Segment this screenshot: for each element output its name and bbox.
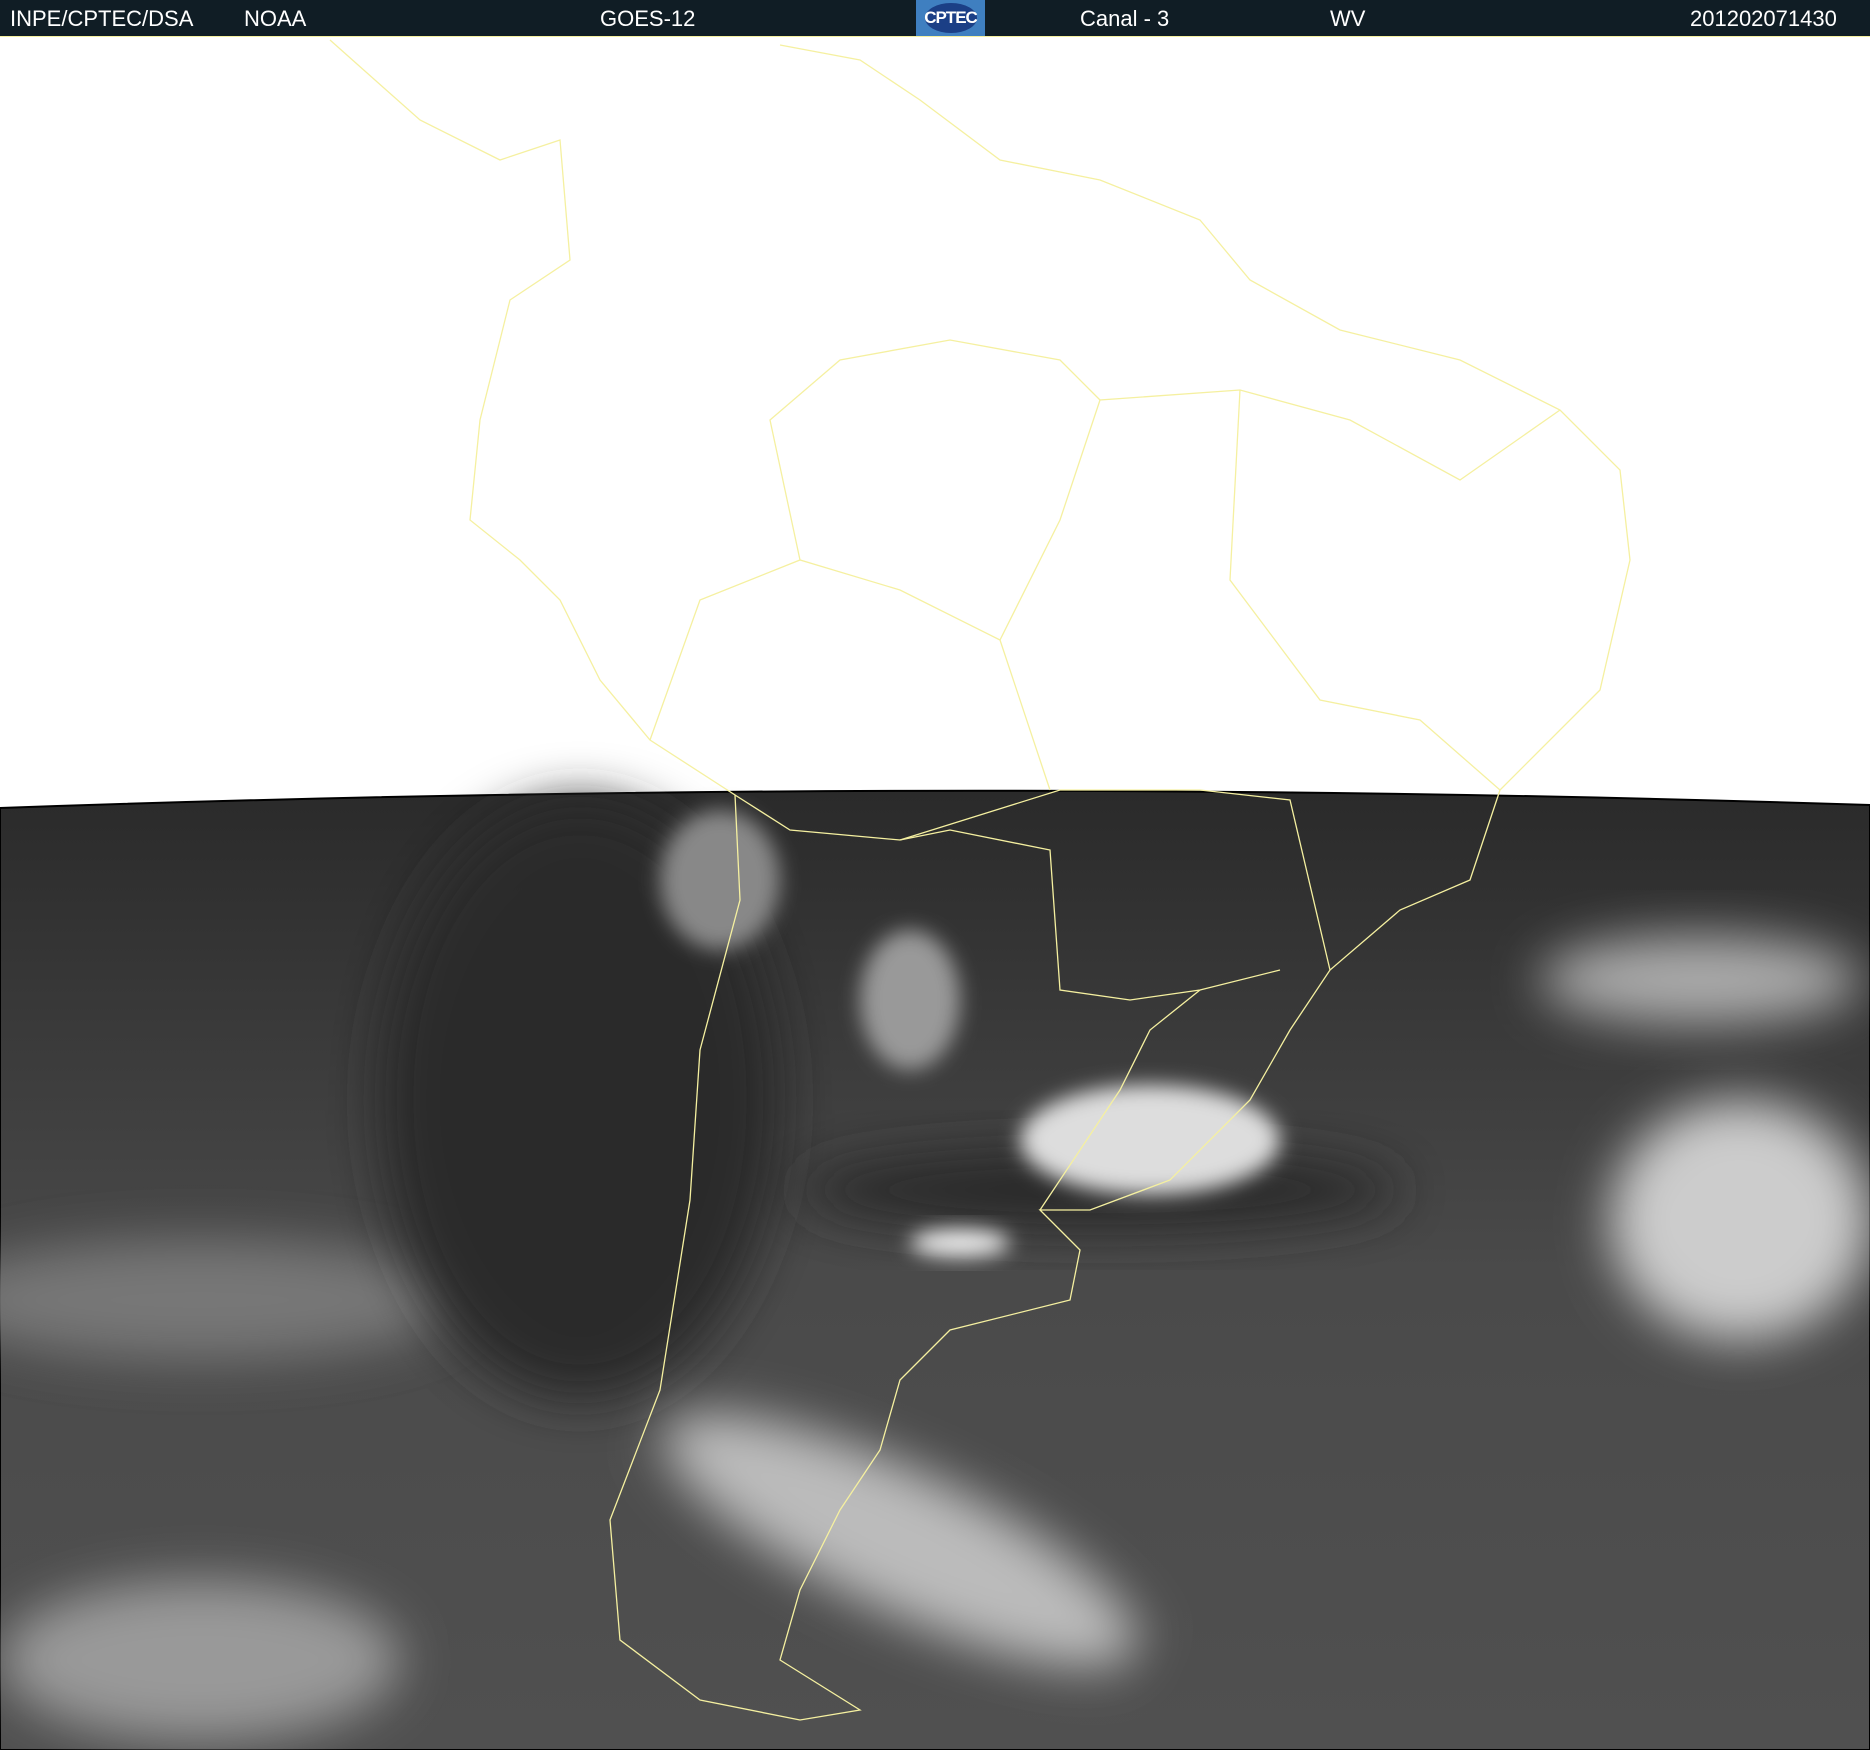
agency-label: INPE/CPTEC/DSA — [10, 6, 194, 31]
cptec-logo-icon: CPTEC — [916, 0, 985, 36]
channel-label: Canal - 3 — [1080, 6, 1170, 31]
partner-label: NOAA — [244, 6, 307, 31]
satellite-label: GOES-12 — [600, 6, 696, 31]
image-header: INPE/CPTEC/DSA NOAA GOES-12 CPTEC Canal … — [0, 0, 1870, 37]
timestamp-label: 201202071430 — [1690, 6, 1837, 31]
band-label: WV — [1330, 6, 1366, 31]
satellite-image — [0, 37, 1870, 1750]
